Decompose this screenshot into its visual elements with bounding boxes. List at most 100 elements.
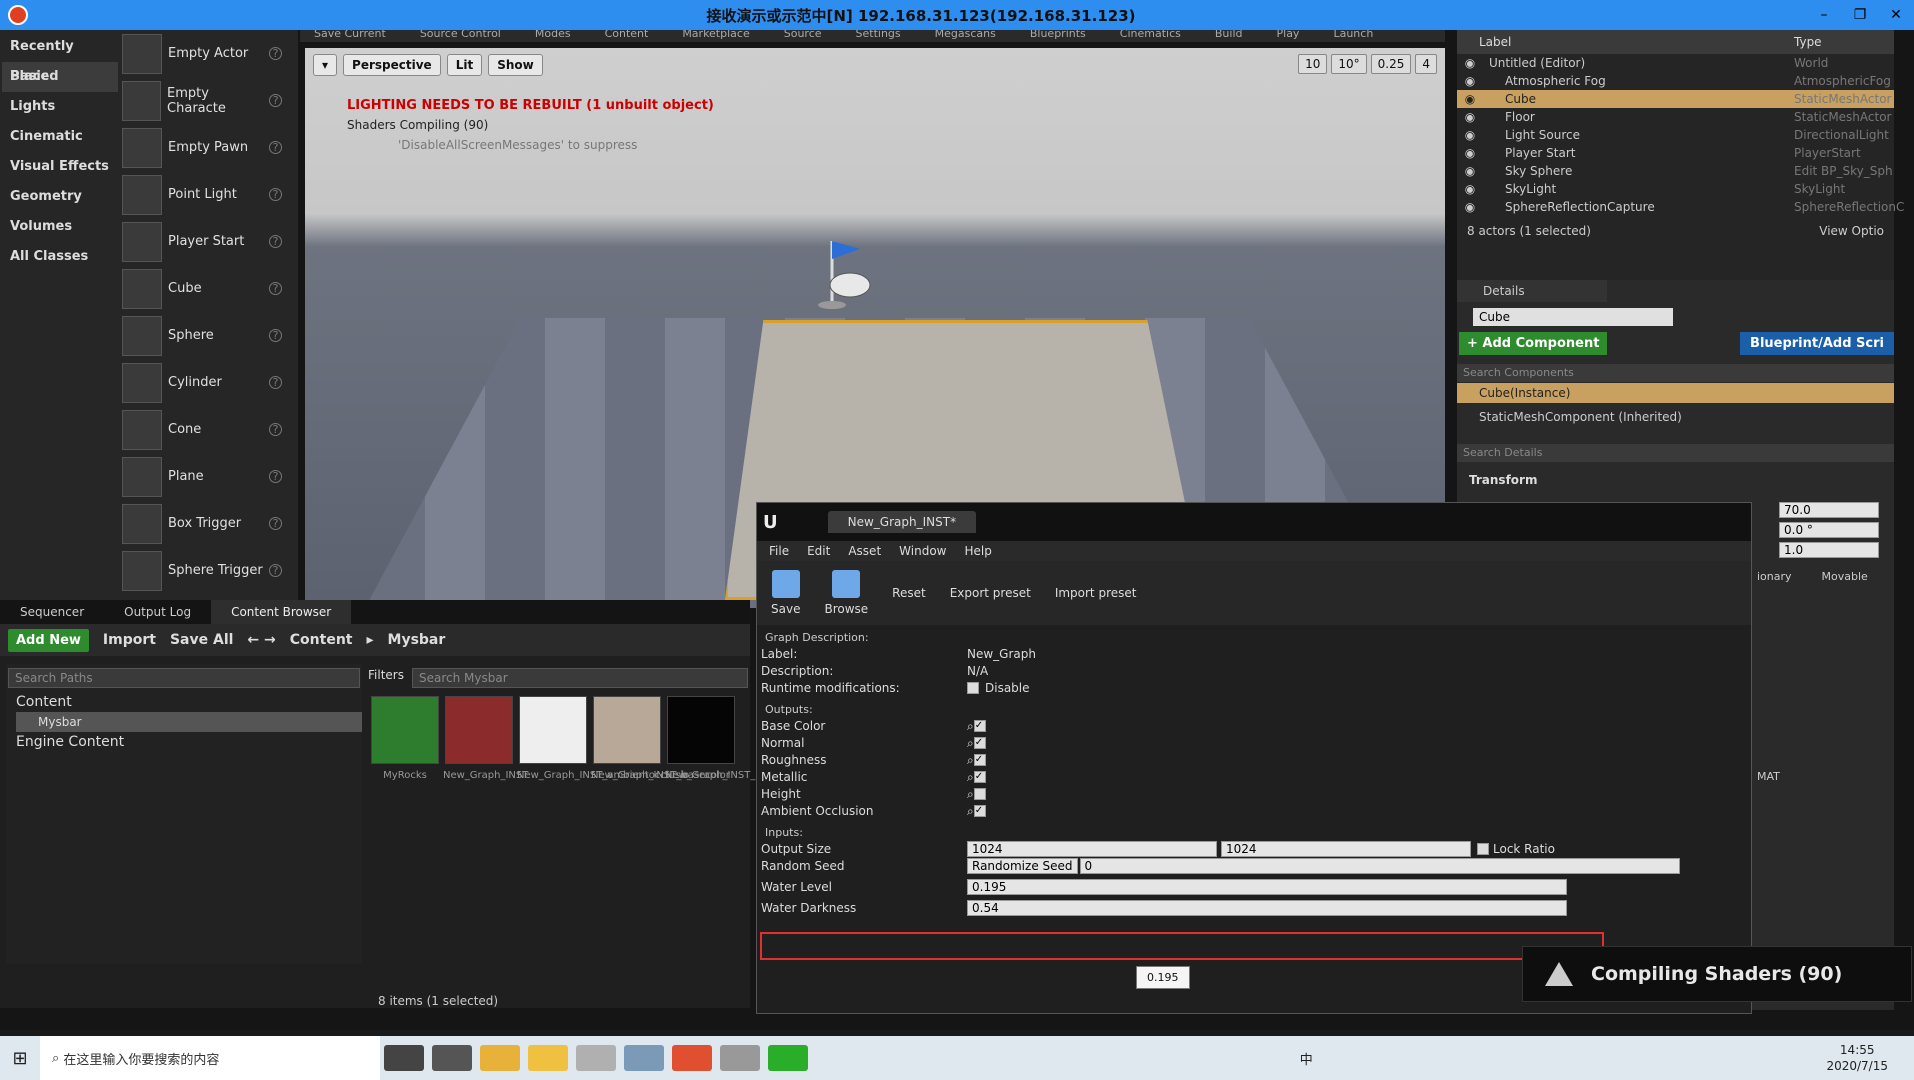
visibility-eye-icon[interactable]: ◉ bbox=[1457, 144, 1483, 162]
visibility-eye-icon[interactable]: ◉ bbox=[1457, 108, 1483, 126]
breadcrumb-mysbar[interactable]: Mysbar bbox=[388, 632, 446, 648]
camera-speed-value[interactable]: 4 bbox=[1415, 54, 1437, 74]
outliner-row[interactable]: ◉ Player Start PlayerStart bbox=[1457, 144, 1894, 162]
random-seed-field[interactable]: 0 bbox=[1079, 858, 1680, 874]
filters-button[interactable]: Filters bbox=[368, 668, 404, 688]
angle-snap-value[interactable]: 10° bbox=[1331, 54, 1367, 74]
bottom-tab[interactable]: Output Log bbox=[104, 600, 211, 624]
place-item[interactable]: Sphere Trigger? bbox=[122, 547, 282, 594]
lit-button[interactable]: Lit bbox=[446, 54, 483, 76]
help-icon[interactable]: ? bbox=[269, 141, 282, 154]
transform-section[interactable]: Transform bbox=[1457, 470, 1894, 490]
menu-item[interactable]: Launch bbox=[1333, 30, 1373, 42]
folder-tree-item[interactable]: Content bbox=[16, 692, 362, 712]
output-checkbox[interactable]: ✓ bbox=[973, 720, 986, 732]
cortana-icon[interactable] bbox=[384, 1045, 424, 1071]
mode-category[interactable]: Visual Effects bbox=[2, 152, 118, 182]
outliner-row[interactable]: ◉ Atmospheric Fog AtmosphericFog bbox=[1457, 72, 1894, 90]
place-item[interactable]: Point Light? bbox=[122, 171, 282, 218]
menu-item[interactable]: Build bbox=[1215, 30, 1243, 42]
outliner-row[interactable]: ◉ SkyLight SkyLight bbox=[1457, 180, 1894, 198]
runtime-disable-checkbox[interactable] bbox=[967, 682, 979, 694]
type-column-header[interactable]: Type bbox=[1794, 30, 1894, 54]
menu-item[interactable]: Blueprints bbox=[1030, 30, 1086, 42]
sd-menu-item[interactable]: Asset bbox=[848, 541, 881, 561]
mode-category[interactable]: Cinematic bbox=[2, 122, 118, 152]
visibility-eye-icon[interactable]: ◉ bbox=[1457, 162, 1483, 180]
save-button[interactable]: Save bbox=[771, 570, 800, 616]
close-button[interactable]: ✕ bbox=[1878, 7, 1914, 23]
help-icon[interactable]: ? bbox=[269, 376, 282, 389]
help-icon[interactable]: ? bbox=[269, 564, 282, 577]
mobility-stationary-option[interactable]: ionary bbox=[1757, 570, 1792, 583]
help-icon[interactable]: ? bbox=[269, 235, 282, 248]
scale-snap-value[interactable]: 0.25 bbox=[1370, 54, 1412, 74]
location-z-field[interactable]: 70.0 bbox=[1779, 502, 1879, 518]
static-mesh-component-row[interactable]: StaticMeshComponent (Inherited) bbox=[1479, 410, 1682, 424]
perspective-button[interactable]: Perspective bbox=[343, 54, 441, 76]
outliner-row[interactable]: ◉ Sky Sphere Edit BP_Sky_Sph bbox=[1457, 162, 1894, 180]
outliner-row[interactable]: ◉ Light Source DirectionalLight bbox=[1457, 126, 1894, 144]
graph-tab[interactable]: New_Graph_INST* bbox=[827, 511, 977, 533]
remote-desktop-icon[interactable] bbox=[672, 1045, 712, 1071]
inputs-header[interactable]: Inputs: bbox=[757, 820, 1751, 841]
help-icon[interactable]: ? bbox=[269, 47, 282, 60]
mode-category[interactable]: Volumes bbox=[2, 212, 118, 242]
sd-menu-item[interactable]: Edit bbox=[807, 541, 830, 561]
visibility-eye-icon[interactable]: ◉ bbox=[1457, 54, 1483, 72]
grid-snap-value[interactable]: 10 bbox=[1298, 54, 1328, 74]
search-details-input[interactable]: Search Details bbox=[1457, 444, 1894, 462]
mode-category[interactable]: Basic bbox=[2, 62, 118, 92]
search-icon[interactable]: ⌕ bbox=[967, 752, 974, 769]
output-size-y-select[interactable]: 1024 bbox=[1221, 841, 1471, 857]
bottom-tab[interactable]: Sequencer bbox=[0, 600, 104, 624]
add-new-button[interactable]: Add New bbox=[8, 628, 89, 652]
task-view-icon[interactable] bbox=[432, 1045, 472, 1071]
viewport-menu-button[interactable]: ▾ bbox=[313, 54, 338, 76]
help-icon[interactable]: ? bbox=[269, 94, 282, 107]
import-button[interactable]: Import bbox=[103, 632, 156, 648]
menu-item[interactable]: Megascans bbox=[935, 30, 996, 42]
back-forward-icon[interactable]: ← → bbox=[247, 632, 275, 648]
asset-tile[interactable]: New_Graph_INST_ambientocclusio bbox=[517, 696, 689, 781]
reset-button[interactable]: Reset bbox=[892, 586, 926, 600]
help-icon[interactable]: ? bbox=[269, 188, 282, 201]
browse-button[interactable]: Browse bbox=[824, 570, 868, 616]
typora-icon[interactable] bbox=[576, 1045, 616, 1071]
start-icon[interactable]: ⊞ bbox=[0, 1048, 40, 1069]
sd-menu-item[interactable]: Window bbox=[899, 541, 946, 561]
asset-tile[interactable]: New_Graph_INST_metallic bbox=[665, 696, 795, 781]
chrome-icon[interactable] bbox=[480, 1045, 520, 1071]
output-size-x-select[interactable]: 1024 bbox=[967, 841, 1217, 857]
actor-name-input[interactable]: Cube bbox=[1473, 308, 1673, 326]
graph-description-header[interactable]: Graph Description: bbox=[757, 625, 1751, 646]
place-item[interactable]: Cube? bbox=[122, 265, 282, 312]
save-all-button[interactable]: Save All bbox=[170, 632, 233, 648]
water-level-slider[interactable]: 0.195 bbox=[967, 879, 1567, 895]
export-preset-button[interactable]: Export preset bbox=[950, 586, 1031, 600]
asset-tile[interactable]: New_Graph_INST_basecolor bbox=[591, 696, 730, 781]
mode-category[interactable]: Recently Placed bbox=[2, 32, 118, 84]
place-item[interactable]: Empty Actor? bbox=[122, 30, 282, 77]
outputs-header[interactable]: Outputs: bbox=[757, 697, 1751, 718]
place-item[interactable]: Sphere? bbox=[122, 312, 282, 359]
folder-tree-item[interactable]: Engine Content bbox=[16, 732, 362, 752]
help-icon[interactable]: ? bbox=[269, 423, 282, 436]
search-icon[interactable]: ⌕ bbox=[967, 735, 974, 752]
help-icon[interactable]: ? bbox=[269, 329, 282, 342]
menu-item[interactable]: Play bbox=[1277, 30, 1300, 42]
label-column-header[interactable]: Label bbox=[1479, 30, 1794, 54]
search-icon[interactable]: ⌕ bbox=[967, 786, 974, 803]
asset-tile[interactable]: MyRocks bbox=[369, 696, 441, 781]
menu-item[interactable]: Marketplace bbox=[682, 30, 749, 42]
outliner-row[interactable]: ◉ SphereReflectionCapture SphereReflection… bbox=[1457, 198, 1905, 216]
output-checkbox[interactable]: ✓ bbox=[973, 771, 986, 783]
sd-menu-item[interactable]: Help bbox=[964, 541, 991, 561]
search-paths-input[interactable]: Search Paths bbox=[8, 668, 360, 688]
place-item[interactable]: Player Start? bbox=[122, 218, 282, 265]
search-assets-input[interactable]: Search Mysbar bbox=[411, 668, 748, 688]
material-dropdown[interactable]: MAT bbox=[1757, 770, 1780, 783]
menu-item[interactable]: Content bbox=[605, 30, 649, 42]
water-darkness-slider[interactable]: 0.54 bbox=[967, 900, 1567, 916]
menu-item[interactable]: Source Control bbox=[420, 30, 501, 42]
